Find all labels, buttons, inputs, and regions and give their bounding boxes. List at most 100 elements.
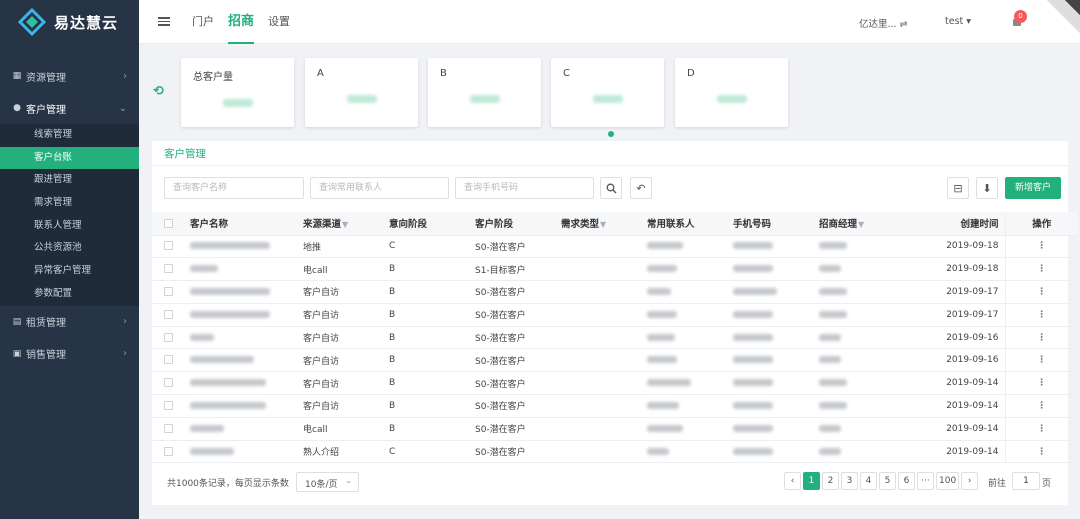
table-row[interactable]: 客户自访 B S0-潜在客户 2019-09-16 ⋮ <box>152 348 1078 373</box>
row-checkbox[interactable] <box>163 286 173 296</box>
col-demand-type[interactable]: 需求类型▼ <box>555 212 641 236</box>
filter-icon[interactable]: ▼ <box>342 220 348 229</box>
table-row[interactable]: 客户自访 B S0-潜在客户 2019-09-14 ⋮ <box>152 394 1078 418</box>
table-row[interactable]: 地推 C S0-潜在客户 2019-09-18 ⋮ <box>152 235 1078 259</box>
row-checkbox[interactable] <box>163 309 173 319</box>
row-checkbox-cell[interactable] <box>152 280 184 304</box>
more-actions-icon[interactable]: ⋮ <box>1037 378 1046 388</box>
cell-customer-name[interactable] <box>184 394 297 418</box>
tenant-switcher[interactable]: 亿达里... ⇌ <box>859 16 929 30</box>
more-actions-icon[interactable]: ⋮ <box>1037 355 1046 365</box>
filter-icon[interactable]: ▼ <box>600 220 606 229</box>
row-checkbox-cell[interactable] <box>152 326 184 350</box>
sidebar-item-abnormal[interactable]: 异常客户管理 <box>0 260 139 283</box>
page-button[interactable]: 5 <box>879 472 896 490</box>
sidebar-item-public-pool[interactable]: 公共资源池 <box>0 237 139 260</box>
row-checkbox[interactable] <box>163 355 173 365</box>
cell-customer-name[interactable] <box>184 326 297 350</box>
sidebar-item-customer-ledger[interactable]: 客户台账 <box>0 146 139 170</box>
select-all-checkbox[interactable] <box>163 218 173 228</box>
more-actions-icon[interactable]: ⋮ <box>1037 424 1046 434</box>
more-actions-icon[interactable]: ⋮ <box>1037 287 1046 297</box>
sidebar-group-leasing[interactable]: ▤ 租赁管理 › <box>0 306 139 338</box>
row-checkbox-cell[interactable] <box>152 417 184 441</box>
tab-portal[interactable]: 门户 <box>192 0 214 44</box>
row-checkbox[interactable] <box>163 241 173 251</box>
sidebar-item-leads[interactable]: 线索管理 <box>0 124 139 147</box>
table-row[interactable]: 电call B S0-潜在客户 2019-09-14 ⋮ <box>152 417 1078 441</box>
carousel-indicator[interactable] <box>608 131 614 137</box>
col-source[interactable]: 来源渠道▼ <box>297 212 383 236</box>
table-row[interactable]: 客户自访 B S0-潜在客户 2019-09-14 ⋮ <box>152 371 1078 396</box>
table-row[interactable]: 熟人介绍 C S0-潜在客户 2019-09-14 ⋮ <box>152 440 1078 464</box>
tab-investment[interactable]: 招商 <box>228 0 255 44</box>
cell-actions: ⋮ <box>1004 280 1078 304</box>
customer-name-search-input[interactable] <box>164 177 304 199</box>
row-checkbox-cell[interactable] <box>152 257 184 282</box>
row-checkbox-cell[interactable] <box>152 440 184 464</box>
more-actions-icon[interactable]: ⋮ <box>1037 333 1046 343</box>
sidebar-group-resources[interactable]: ▦ 资源管理 › <box>0 60 139 92</box>
table-row[interactable]: 客户自访 B S0-潜在客户 2019-09-17 ⋮ <box>152 303 1078 327</box>
row-checkbox-cell[interactable] <box>152 235 184 259</box>
tab-settings[interactable]: 设置 <box>268 0 290 44</box>
reset-button[interactable]: ↶ <box>630 177 652 199</box>
table-row[interactable]: 客户自访 B S0-潜在客户 2019-09-17 ⋮ <box>152 280 1078 304</box>
sidebar-item-followup[interactable]: 跟进管理 <box>0 169 139 192</box>
sidebar-group-sales[interactable]: ▣ 销售管理 › <box>0 338 139 370</box>
cell-customer-name[interactable] <box>184 348 297 373</box>
page-button[interactable]: 4 <box>860 472 877 490</box>
prev-page-button[interactable]: ‹ <box>784 472 801 490</box>
cell-customer-name[interactable] <box>184 303 297 327</box>
page-button[interactable]: 100 <box>936 472 960 490</box>
sidebar-item-contacts[interactable]: 联系人管理 <box>0 215 139 238</box>
add-customer-button[interactable]: 新增客户 <box>1005 177 1061 199</box>
search-button[interactable] <box>600 177 622 199</box>
page-size-select[interactable]: 10条/页 ⌄ <box>296 472 359 492</box>
row-checkbox[interactable] <box>163 423 173 433</box>
more-actions-icon[interactable]: ⋮ <box>1037 241 1046 251</box>
more-actions-icon[interactable]: ⋮ <box>1037 447 1046 457</box>
filter-icon[interactable]: ▼ <box>858 220 864 229</box>
page-button[interactable]: 2 <box>822 472 839 490</box>
cell-customer-name[interactable] <box>184 235 297 259</box>
phone-search-input[interactable] <box>455 177 594 199</box>
cell-customer-name[interactable] <box>184 371 297 396</box>
row-checkbox-cell[interactable] <box>152 303 184 327</box>
page-button[interactable]: 3 <box>841 472 858 490</box>
row-checkbox[interactable] <box>163 446 173 456</box>
sidebar-group-customers[interactable]: ● 客户管理 ⌄ <box>0 92 139 124</box>
contact-search-input[interactable] <box>310 177 449 199</box>
more-actions-icon[interactable]: ⋮ <box>1037 264 1046 274</box>
cell-customer-name[interactable] <box>184 417 297 441</box>
page-ellipsis[interactable]: ··· <box>917 472 934 490</box>
page-button[interactable]: 1 <box>803 472 820 490</box>
page-button[interactable]: 6 <box>898 472 915 490</box>
table-row[interactable]: 客户自访 B S0-潜在客户 2019-09-16 ⋮ <box>152 326 1078 350</box>
download-button[interactable]: ⬇ <box>976 177 998 199</box>
table-row[interactable]: 电call B S1-目标客户 2019-09-18 ⋮ <box>152 257 1078 282</box>
row-checkbox[interactable] <box>163 378 173 388</box>
cell-customer-name[interactable] <box>184 257 297 282</box>
sidebar-item-demands[interactable]: 需求管理 <box>0 192 139 215</box>
next-page-button[interactable]: › <box>961 472 979 490</box>
refresh-icon[interactable]: ⟲ <box>153 84 171 102</box>
row-checkbox[interactable] <box>163 332 173 342</box>
more-actions-icon[interactable]: ⋮ <box>1037 401 1046 411</box>
sidebar-item-params[interactable]: 参数配置 <box>0 283 139 306</box>
column-settings-button[interactable]: ⊟ <box>947 177 969 199</box>
logo[interactable]: 易达慧云 <box>0 0 139 44</box>
more-actions-icon[interactable]: ⋮ <box>1037 310 1046 320</box>
row-checkbox-cell[interactable] <box>152 371 184 396</box>
user-menu[interactable]: test ▾ <box>945 16 971 27</box>
row-checkbox[interactable] <box>163 264 173 274</box>
goto-page-input[interactable]: 1 <box>1012 472 1040 490</box>
col-manager[interactable]: 招商经理▼ <box>813 212 899 236</box>
cell-customer-name[interactable] <box>184 440 297 464</box>
row-checkbox-cell[interactable] <box>152 348 184 373</box>
cell-customer-name[interactable] <box>184 280 297 304</box>
menu-toggle-icon[interactable] <box>158 17 170 26</box>
select-all-checkbox-cell[interactable] <box>152 212 184 236</box>
row-checkbox[interactable] <box>163 400 173 410</box>
row-checkbox-cell[interactable] <box>152 394 184 418</box>
